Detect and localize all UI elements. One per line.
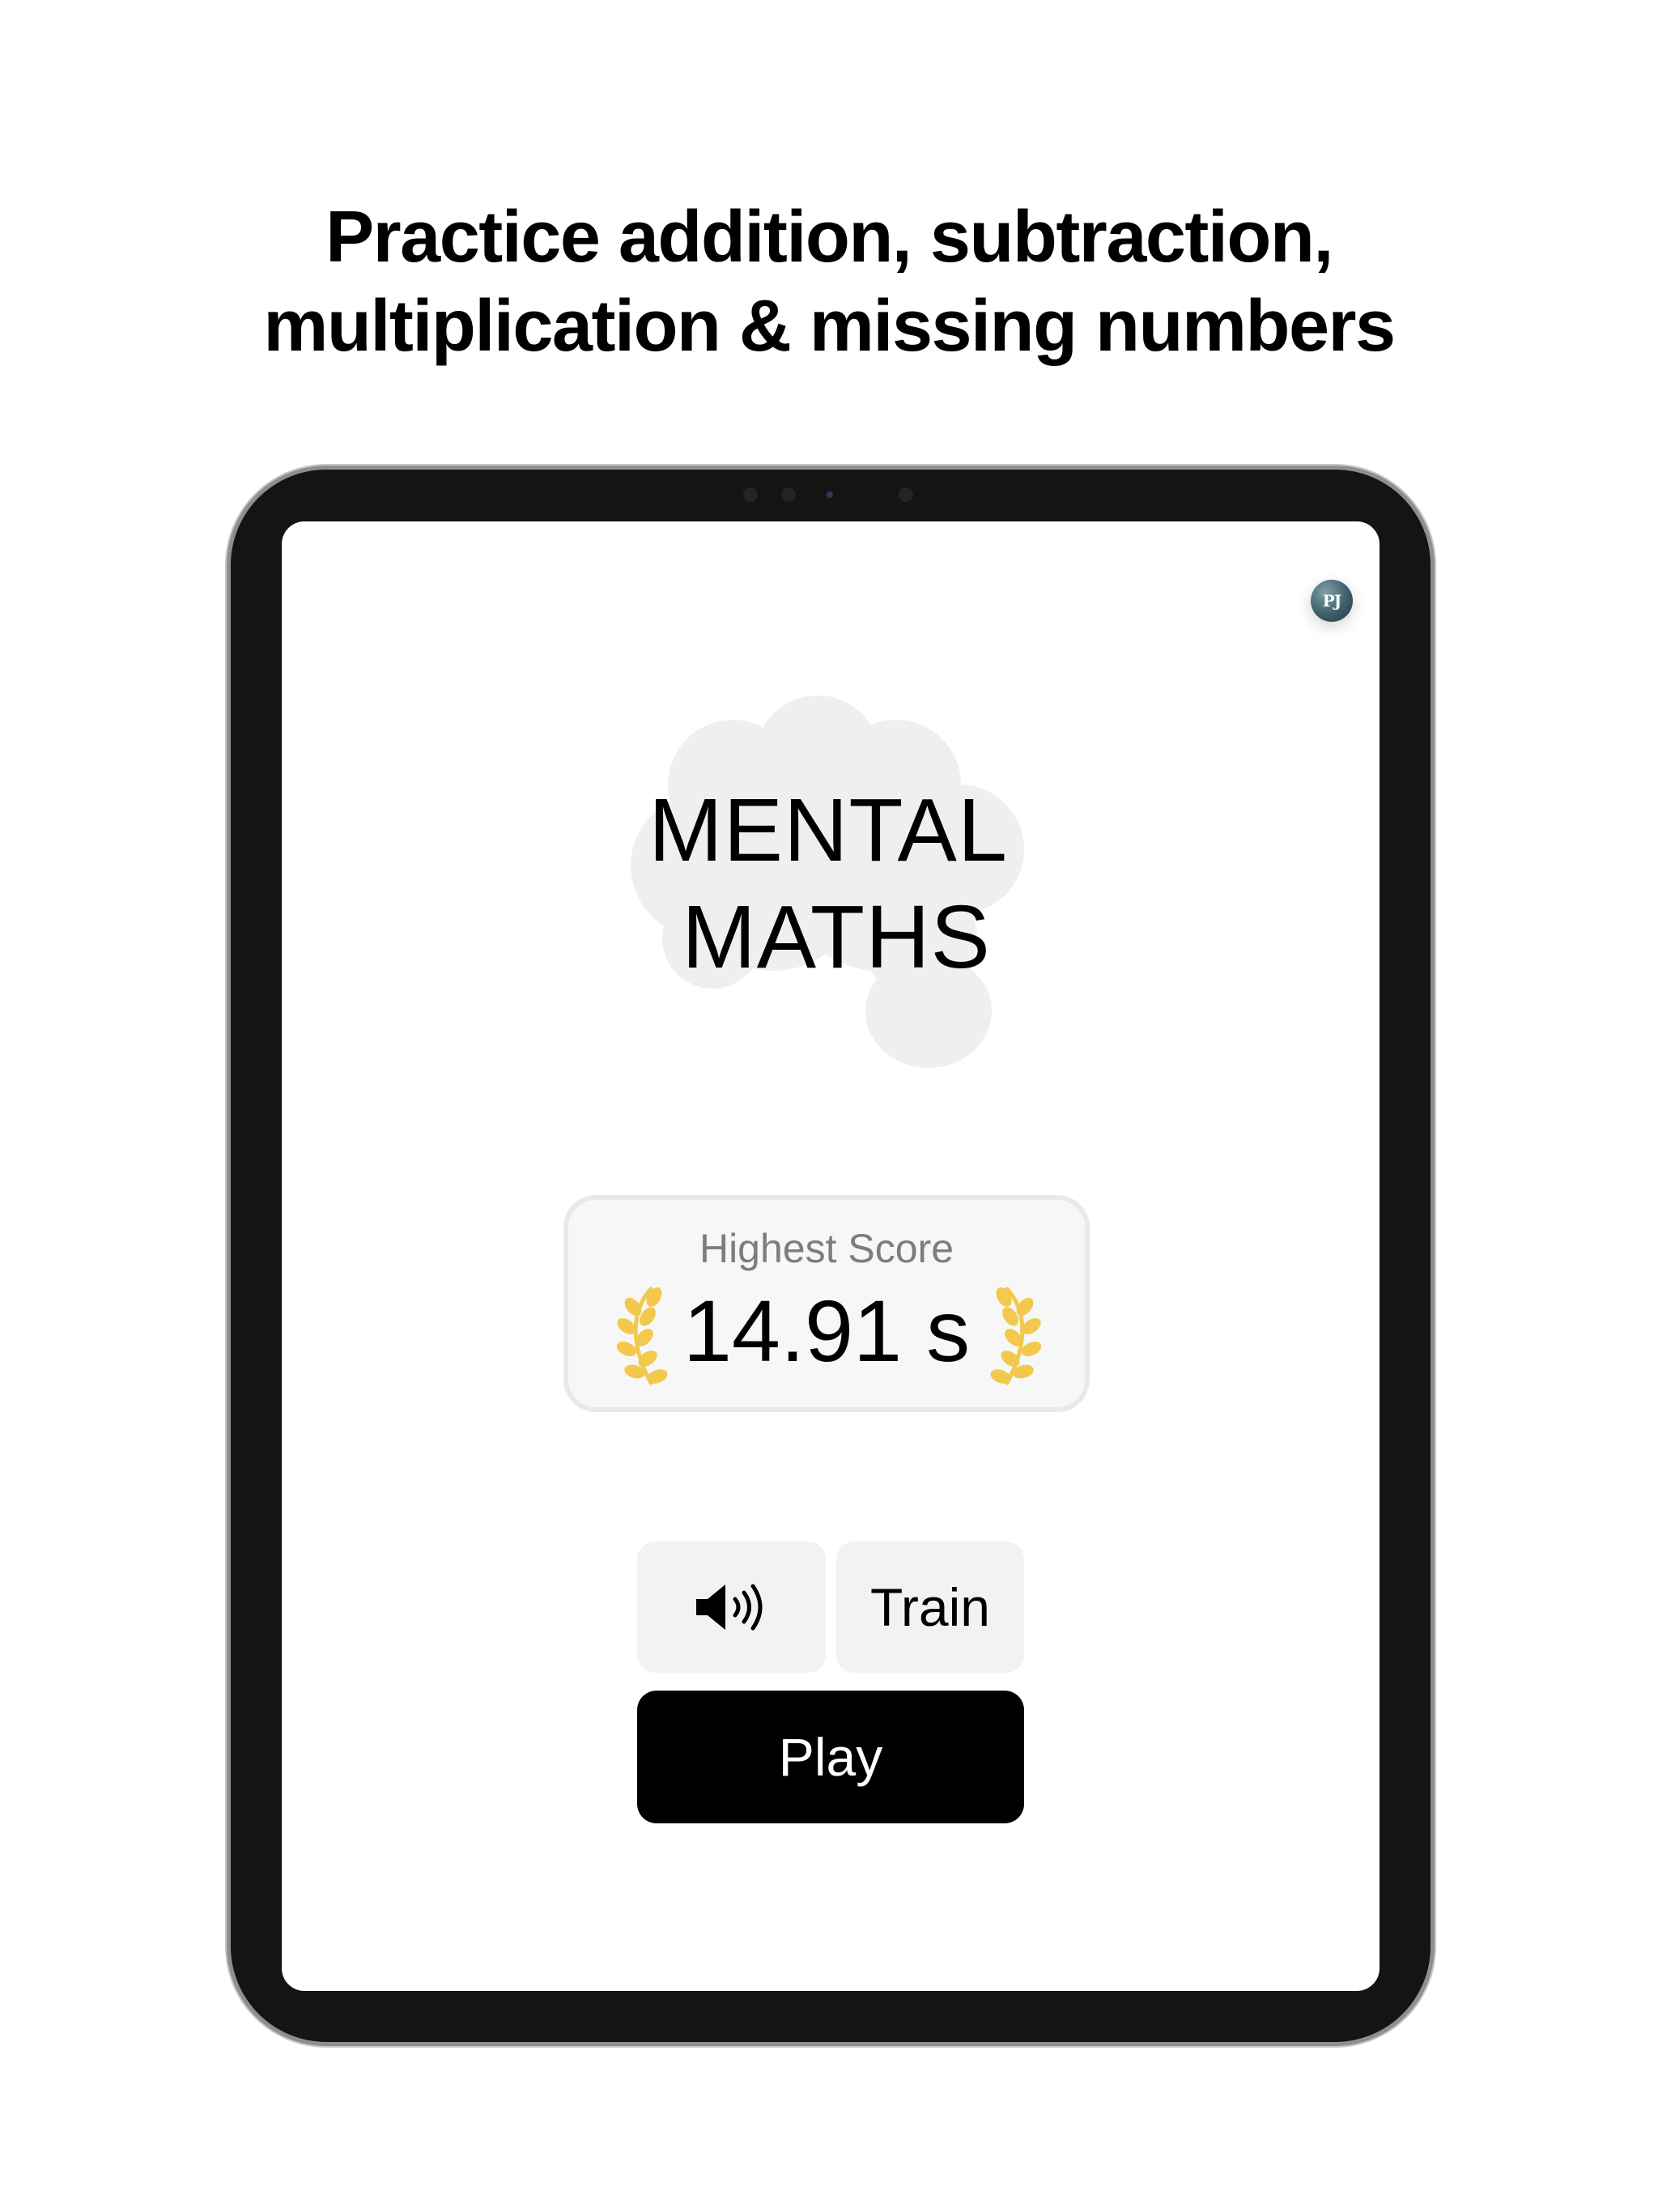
highest-score-card: Highest Score 14.91 s [563,1195,1090,1412]
headline-line-1: Practice addition, subtraction, [325,197,1333,278]
train-button[interactable]: Train [836,1542,1024,1673]
laurel-right-icon [990,1287,1042,1385]
camera-lens [827,491,833,498]
profile-avatar[interactable]: PJ [1311,580,1353,622]
headline-line-2: multiplication & missing numbers [263,286,1396,367]
play-button[interactable]: Play [637,1691,1024,1823]
app-title: MENTAL MATHS [282,777,1380,991]
app-title-line-2: MATHS [682,887,991,987]
app-screen: PJ MENTAL MATHS Highest Score 14.91 s Tr… [282,521,1380,1991]
speaker-wave-icon [695,1584,762,1631]
camera-bar [231,479,1431,508]
avatar-initials: PJ [1322,591,1341,610]
app-title-line-1: MENTAL [648,781,1008,880]
sound-toggle-button[interactable] [637,1542,826,1673]
sensor-dot [781,487,796,502]
sensor-dot [899,487,913,502]
tablet-frame: PJ MENTAL MATHS Highest Score 14.91 s Tr… [231,470,1431,2042]
score-label: Highest Score [699,1226,954,1271]
play-button-label: Play [778,1727,883,1787]
sensor-dot [743,487,758,502]
marketing-headline: Practice addition, subtraction, multipli… [0,193,1658,371]
train-button-label: Train [870,1577,990,1637]
